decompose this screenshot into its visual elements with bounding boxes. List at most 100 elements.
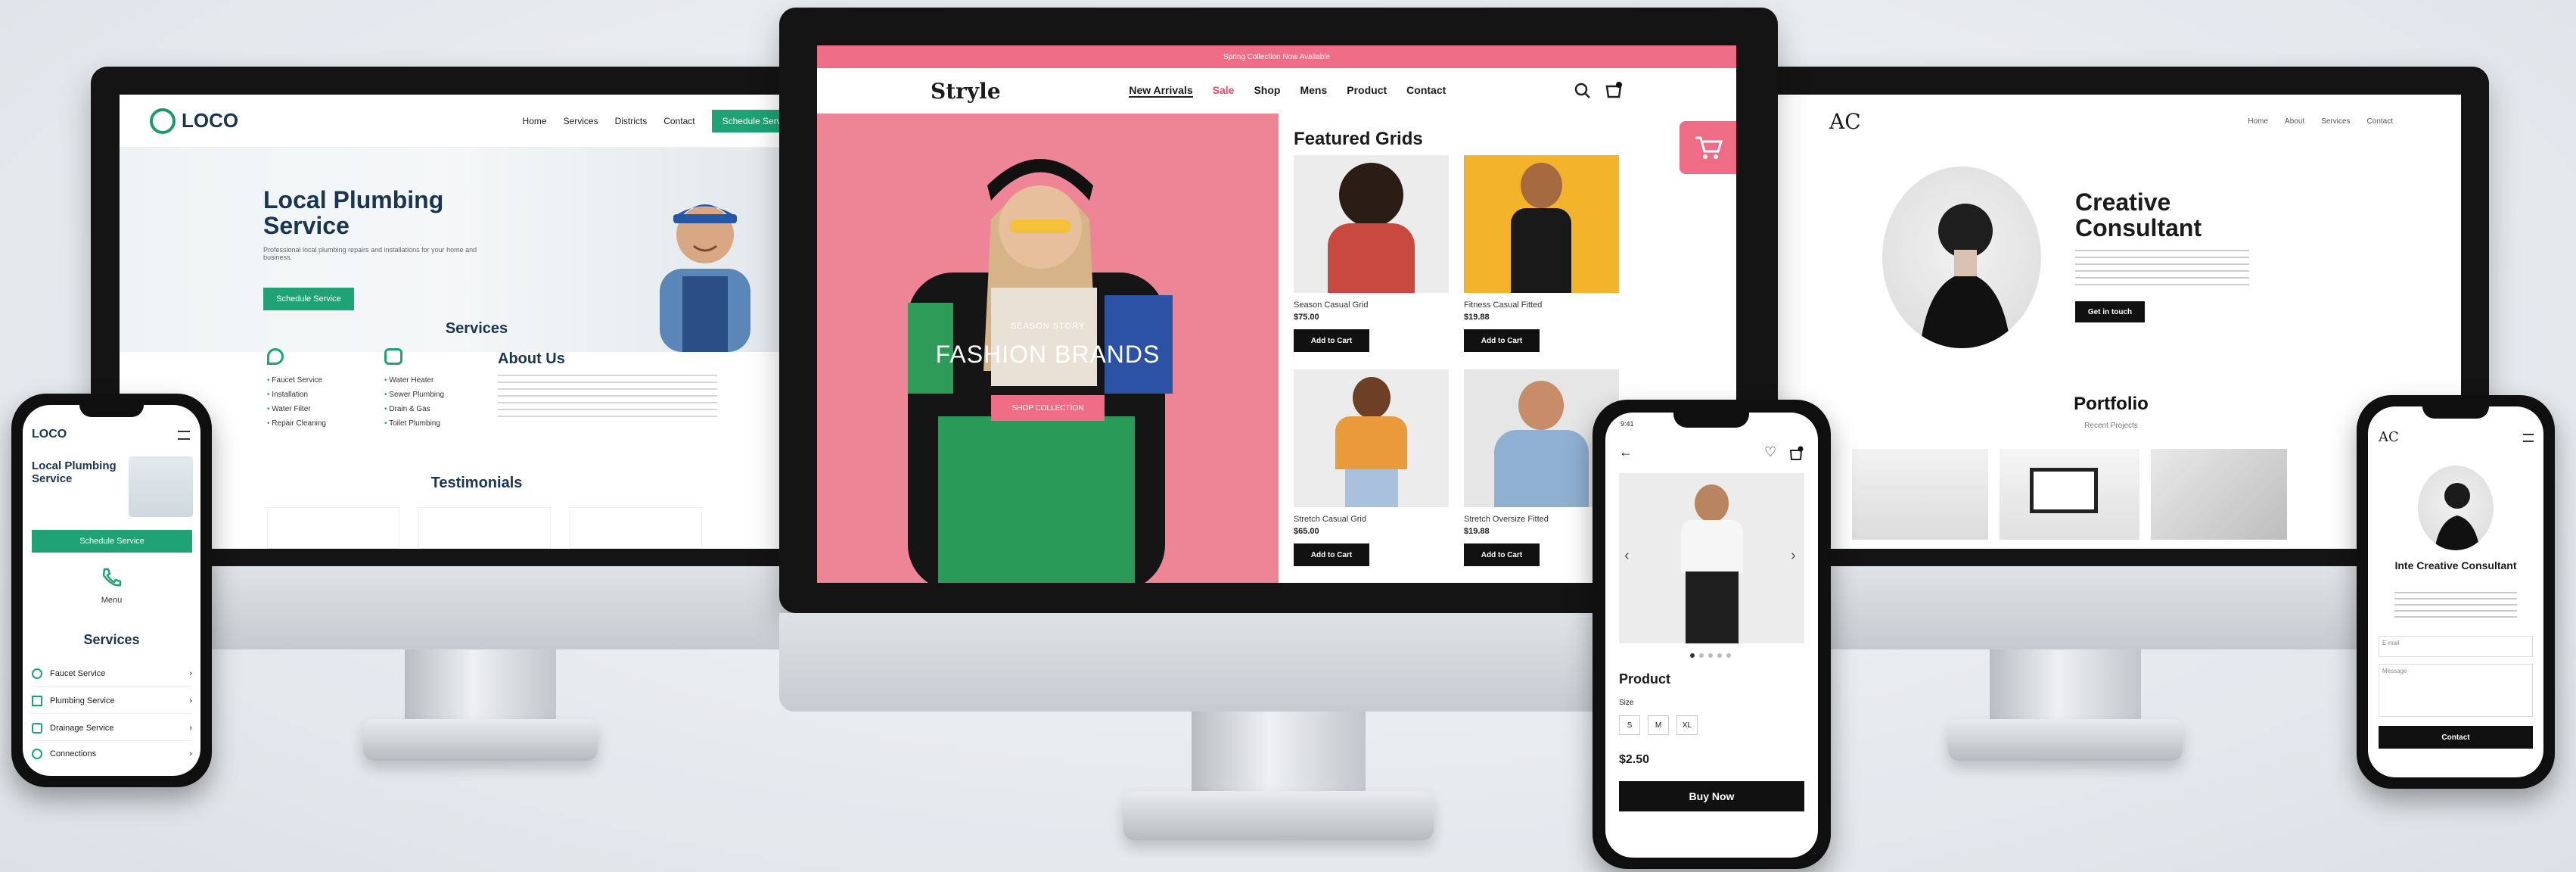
hero-title: Local Plumbing Service bbox=[263, 186, 444, 239]
product-gallery[interactable] bbox=[1619, 473, 1804, 643]
product-price: $2.50 bbox=[1619, 753, 1650, 766]
menu-label: Menu bbox=[101, 596, 123, 605]
phone-notch bbox=[1673, 413, 1749, 428]
bag-icon[interactable] bbox=[1788, 446, 1804, 461]
model-figure bbox=[1353, 377, 1391, 419]
nav-about[interactable]: About bbox=[2285, 117, 2304, 126]
shop-collection-button[interactable]: SHOP COLLECTION bbox=[991, 395, 1105, 421]
mobile-logo[interactable]: AC bbox=[2379, 429, 2399, 445]
nav-contact[interactable]: Contact bbox=[2367, 117, 2393, 126]
model-figure bbox=[1335, 416, 1407, 469]
dot[interactable] bbox=[1708, 653, 1713, 658]
size-option[interactable]: XL bbox=[1676, 715, 1698, 735]
consultant-logo[interactable]: AC bbox=[1829, 109, 1861, 134]
search-icon[interactable] bbox=[1574, 83, 1591, 99]
list-item[interactable]: Toilet Plumbing bbox=[384, 416, 444, 431]
mobile-title: Inte Creative Consultant bbox=[2394, 559, 2517, 571]
dot-active[interactable] bbox=[1690, 653, 1695, 658]
logo-text: LOCO bbox=[32, 428, 67, 441]
hamburger-icon[interactable] bbox=[178, 431, 190, 440]
portfolio-item[interactable] bbox=[2151, 449, 2287, 540]
email-field[interactable]: E-mail bbox=[2379, 636, 2533, 657]
add-to-cart-button[interactable]: Add to Cart bbox=[1294, 329, 1369, 352]
contact-button[interactable]: Contact bbox=[2379, 726, 2533, 749]
mobile-text bbox=[2394, 592, 2517, 619]
get-in-touch-button[interactable]: Get in touch bbox=[2075, 301, 2145, 322]
nav-services[interactable]: Services bbox=[564, 116, 598, 126]
nav-contact[interactable]: Contact bbox=[1406, 84, 1446, 98]
product-card[interactable]: Fitness Casual Fitted $19.88 Add to Cart bbox=[1464, 155, 1619, 352]
buy-now-button[interactable]: Buy Now bbox=[1619, 781, 1804, 811]
product-card[interactable]: Stretch Casual Grid $65.00 Add to Cart bbox=[1294, 369, 1449, 566]
service-row[interactable]: Connections › bbox=[32, 743, 192, 765]
mobile-logo[interactable]: LOCO bbox=[32, 428, 67, 441]
cart-icon[interactable] bbox=[1605, 82, 1623, 100]
consultant-portrait bbox=[1882, 167, 2041, 348]
brand-logo[interactable]: Stryle bbox=[931, 79, 1001, 104]
service-row[interactable]: Drainage Service › bbox=[32, 715, 192, 741]
gallery-prev-icon[interactable]: ‹ bbox=[1624, 547, 1630, 565]
dot[interactable] bbox=[1699, 653, 1704, 658]
model-figure bbox=[1686, 571, 1739, 643]
services-list-2: Water Heater Sewer Plumbing Drain & Gas … bbox=[384, 373, 444, 431]
nav-mens[interactable]: Mens bbox=[1300, 84, 1327, 98]
service-row[interactable]: Plumbing Service › bbox=[32, 688, 192, 714]
chevron-right-icon: › bbox=[189, 723, 192, 733]
size-selector: S M XL bbox=[1619, 715, 1698, 735]
plumbing-site: LOCO Home Services Districts Contact Sch… bbox=[120, 95, 834, 549]
mobile-plumber-photo bbox=[129, 456, 193, 517]
nav-shop[interactable]: Shop bbox=[1254, 84, 1280, 98]
dot[interactable] bbox=[1726, 653, 1731, 658]
product-image bbox=[1294, 155, 1449, 293]
mobile-schedule-button[interactable]: Schedule Service bbox=[32, 530, 192, 553]
promo-banner[interactable]: Spring Collection Now Available bbox=[817, 45, 1736, 68]
nav-product[interactable]: Product bbox=[1347, 84, 1387, 98]
hero-text: Professional local plumbing repairs and … bbox=[263, 246, 477, 261]
product-card[interactable]: Season Casual Grid $75.00 Add to Cart bbox=[1294, 155, 1449, 352]
phone-notch bbox=[79, 405, 144, 417]
heart-icon[interactable]: ♡ bbox=[1764, 444, 1776, 460]
nav-districts[interactable]: Districts bbox=[615, 116, 648, 126]
dot[interactable] bbox=[1717, 653, 1722, 658]
add-to-cart-button[interactable]: Add to Cart bbox=[1464, 329, 1540, 352]
service-row[interactable]: Faucet Service › bbox=[32, 661, 192, 687]
nav-home[interactable]: Home bbox=[523, 116, 547, 126]
product-name: Stretch Casual Grid bbox=[1294, 515, 1366, 524]
back-arrow-icon[interactable]: ← bbox=[1619, 444, 1633, 460]
list-item[interactable]: Water Heater bbox=[384, 373, 444, 388]
about-heading: About Us bbox=[498, 350, 565, 367]
services-list-1: Faucet Service Installation Water Filter… bbox=[267, 373, 326, 431]
portfolio-item[interactable] bbox=[2000, 449, 2139, 540]
model-figure bbox=[1518, 381, 1564, 430]
nav-contact[interactable]: Contact bbox=[663, 116, 694, 126]
nav-services[interactable]: Services bbox=[2321, 117, 2350, 126]
list-item[interactable]: Installation bbox=[267, 388, 326, 402]
plumbing-logo[interactable]: LOCO bbox=[150, 107, 238, 134]
portfolio-heading: Portfolio bbox=[2074, 394, 2149, 414]
hero-schedule-button[interactable]: Schedule Service bbox=[263, 288, 354, 310]
consultant-title: Creative Consultant bbox=[2075, 188, 2202, 241]
message-field[interactable]: Message bbox=[2379, 664, 2533, 717]
add-to-cart-button[interactable]: Add to Cart bbox=[1464, 543, 1540, 566]
floating-cart-button[interactable] bbox=[1680, 121, 1736, 174]
list-item[interactable]: Sewer Plumbing bbox=[384, 388, 444, 402]
nav-sale[interactable]: Sale bbox=[1213, 84, 1235, 98]
product-image bbox=[1294, 369, 1449, 507]
size-option[interactable]: S bbox=[1619, 715, 1640, 735]
gallery-next-icon[interactable]: › bbox=[1791, 547, 1796, 565]
testimonial-card bbox=[418, 507, 551, 549]
nav-home[interactable]: Home bbox=[2248, 117, 2268, 126]
size-option[interactable]: M bbox=[1648, 715, 1669, 735]
nav-new-arrivals[interactable]: New Arrivals bbox=[1129, 84, 1193, 98]
consultant-mobile: AC Inte Creative Consultant E-mail Messa… bbox=[2368, 406, 2543, 777]
hamburger-icon[interactable] bbox=[2523, 434, 2534, 442]
consultant-navbar: AC Home About Services Contact bbox=[1761, 95, 2461, 148]
add-to-cart-button[interactable]: Add to Cart bbox=[1294, 543, 1369, 566]
portfolio-item[interactable] bbox=[1852, 449, 1988, 540]
list-item[interactable]: Drain & Gas bbox=[384, 402, 444, 416]
list-item[interactable]: Faucet Service bbox=[267, 373, 326, 388]
list-item[interactable]: Water Filter bbox=[267, 402, 326, 416]
service-label: Drainage Service bbox=[50, 723, 114, 733]
list-item[interactable]: Repair Cleaning bbox=[267, 416, 326, 431]
right-stand-base bbox=[1948, 719, 2183, 761]
